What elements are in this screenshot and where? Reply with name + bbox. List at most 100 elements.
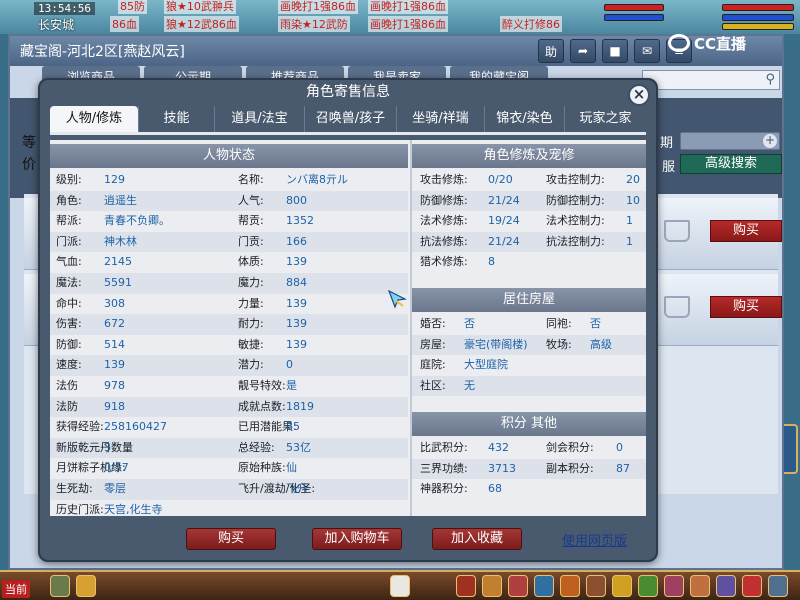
cc-live-logo: CC直播: [668, 32, 764, 54]
status-value: 0: [286, 358, 293, 372]
status-row: 月饼粽子机缘: 0/57 原始种族: 仙: [50, 458, 408, 479]
status-label: 原始种族:: [238, 461, 286, 475]
tab-pets[interactable]: 召唤兽/孩子: [304, 106, 396, 132]
status-label: 靓号特效:: [238, 379, 286, 392]
emoji-icon[interactable]: [76, 575, 96, 597]
quest-icon[interactable]: [612, 575, 632, 597]
status-label: 生死劫:: [56, 482, 93, 495]
status-value: 天宫,化生寺: [104, 502, 163, 516]
status-label: 新版乾元丹数量: [56, 440, 133, 454]
dialog-tabs: 人物/修炼 技能 道具/法宝 召唤兽/孩子 坐骑/祥瑞 锦衣/染色 玩家之家: [50, 106, 646, 132]
tab-mounts[interactable]: 坐骑/祥瑞: [396, 106, 484, 132]
points-value: 3713: [488, 461, 516, 475]
plus-icon[interactable]: +: [763, 134, 777, 148]
guild-icon[interactable]: [638, 575, 658, 597]
achievement-icon[interactable]: [716, 575, 736, 597]
housing-value: 高级: [590, 337, 612, 351]
cultivation-row: 法术修炼: 19/24 法术控制力: 1: [412, 211, 646, 232]
cart-icon[interactable]: [664, 220, 690, 242]
cultivation-value: 19/24: [488, 214, 520, 228]
housing-value: 大型庭院: [464, 358, 508, 372]
cultivation-value: 1: [626, 234, 633, 248]
cultivation-value: 21/24: [488, 193, 520, 207]
cultivation-label: 法术修炼:: [420, 214, 468, 228]
status-header: 人物状态: [50, 144, 408, 168]
listing-buy-button[interactable]: 购买: [710, 296, 782, 318]
housing-row: 庭院: 大型庭院: [412, 355, 646, 376]
scene-name-tag: 狼★12武86血: [164, 16, 239, 32]
status-row: 法伤 978 靓号特效: 是: [50, 376, 408, 397]
status-label: 力量:: [238, 296, 264, 310]
housing-label: 社区:: [420, 378, 446, 392]
status-value: 139: [286, 337, 307, 351]
buy-button[interactable]: 购买: [186, 528, 276, 550]
stop-icon[interactable]: ■: [602, 39, 628, 63]
status-row: 角色: 逍遥生 人气: 800: [50, 190, 408, 212]
scene-name-tag: 画晚打1强86血: [278, 0, 358, 14]
status-label: 法伤: [56, 379, 78, 392]
status-value: 139: [286, 296, 307, 310]
status-value: 青春不负卿。: [104, 214, 170, 228]
pet-hp-bar: [604, 4, 664, 11]
points-row: 三界功绩: 3713 副本积分: 87: [412, 458, 646, 480]
tab-character[interactable]: 人物/修炼: [50, 106, 138, 132]
cultivation-row: 抗法修炼: 21/24 抗法控制力: 1: [412, 231, 646, 253]
help-icon[interactable]: 助: [538, 39, 564, 63]
scene-name-tag: 雨染★12武防: [278, 16, 350, 32]
status-label: 帮派:: [56, 214, 82, 228]
scene-name-tag: 画晚打1强86血: [368, 16, 448, 32]
housing-value: 否: [590, 317, 601, 330]
status-row: 法防 918 成就点数: 1819: [50, 396, 408, 418]
web-version-link[interactable]: 使用网页版: [562, 530, 627, 549]
status-label: 获得经验:: [56, 420, 104, 434]
status-label: 帮贡:: [238, 214, 264, 228]
friends-icon[interactable]: [664, 575, 684, 597]
cart-icon[interactable]: [664, 296, 690, 318]
search-input[interactable]: ⚲: [642, 70, 780, 90]
message-icon[interactable]: ✉: [634, 39, 660, 63]
scene-name-tags: 85防 狼★10武翀兵 画晚打1强86血 画晚打1强86血 86血 狼★12武8…: [110, 0, 588, 32]
tab-home[interactable]: 玩家之家: [564, 106, 646, 132]
tab-items[interactable]: 道具/法宝: [214, 106, 304, 132]
map-icon[interactable]: [690, 575, 710, 597]
trade-icon[interactable]: [534, 575, 554, 597]
status-label: 人气:: [238, 193, 264, 207]
mouse-cursor-icon: [387, 289, 407, 309]
give-icon[interactable]: [508, 575, 528, 597]
listing-buy-button[interactable]: 购买: [710, 220, 782, 242]
microphone-icon[interactable]: [50, 575, 70, 597]
team-icon[interactable]: [560, 575, 580, 597]
status-value: 0/57: [104, 461, 129, 475]
close-icon[interactable]: ×: [628, 84, 650, 106]
status-value: 800: [286, 193, 307, 207]
system-icon[interactable]: [768, 575, 788, 597]
status-value: 神木林: [104, 234, 137, 248]
pet-avatar-icon[interactable]: [390, 575, 410, 597]
advanced-search-button[interactable]: 高级搜索: [680, 154, 782, 174]
dialog-title: 角色寄售信息: [306, 84, 390, 100]
tab-outfits[interactable]: 锦衣/染色: [484, 106, 564, 132]
share-icon[interactable]: ➦: [570, 39, 596, 63]
cc-brand-text: CC直播: [694, 34, 747, 53]
status-row: 新版乾元丹数量 3 总经验: 53亿: [50, 437, 408, 459]
tab-skills[interactable]: 技能: [138, 106, 214, 132]
search-icon[interactable]: ⚲: [765, 72, 775, 87]
activity-icon[interactable]: [742, 575, 762, 597]
status-label: 成就点数:: [238, 399, 286, 413]
status-value: 258160427: [104, 420, 167, 434]
points-label: 副本积分:: [546, 461, 594, 475]
items-icon[interactable]: [482, 575, 502, 597]
add-to-favorites-button[interactable]: 加入收藏: [432, 528, 522, 550]
filter-price-label: 价: [22, 157, 36, 173]
date-input[interactable]: +: [680, 132, 780, 150]
add-to-cart-button[interactable]: 加入购物车: [312, 528, 402, 550]
pet-icon[interactable]: [586, 575, 606, 597]
status-value: 是: [286, 379, 297, 392]
points-row: 神器积分: 68: [412, 479, 646, 500]
status-value: 139: [286, 255, 307, 269]
scene-name-tag: 画晚打1强86血: [368, 0, 448, 14]
status-value: 1352: [286, 214, 314, 228]
chat-channel-tab[interactable]: 当前: [2, 580, 30, 598]
attack-icon[interactable]: [456, 575, 476, 597]
status-value: 166: [286, 234, 307, 248]
